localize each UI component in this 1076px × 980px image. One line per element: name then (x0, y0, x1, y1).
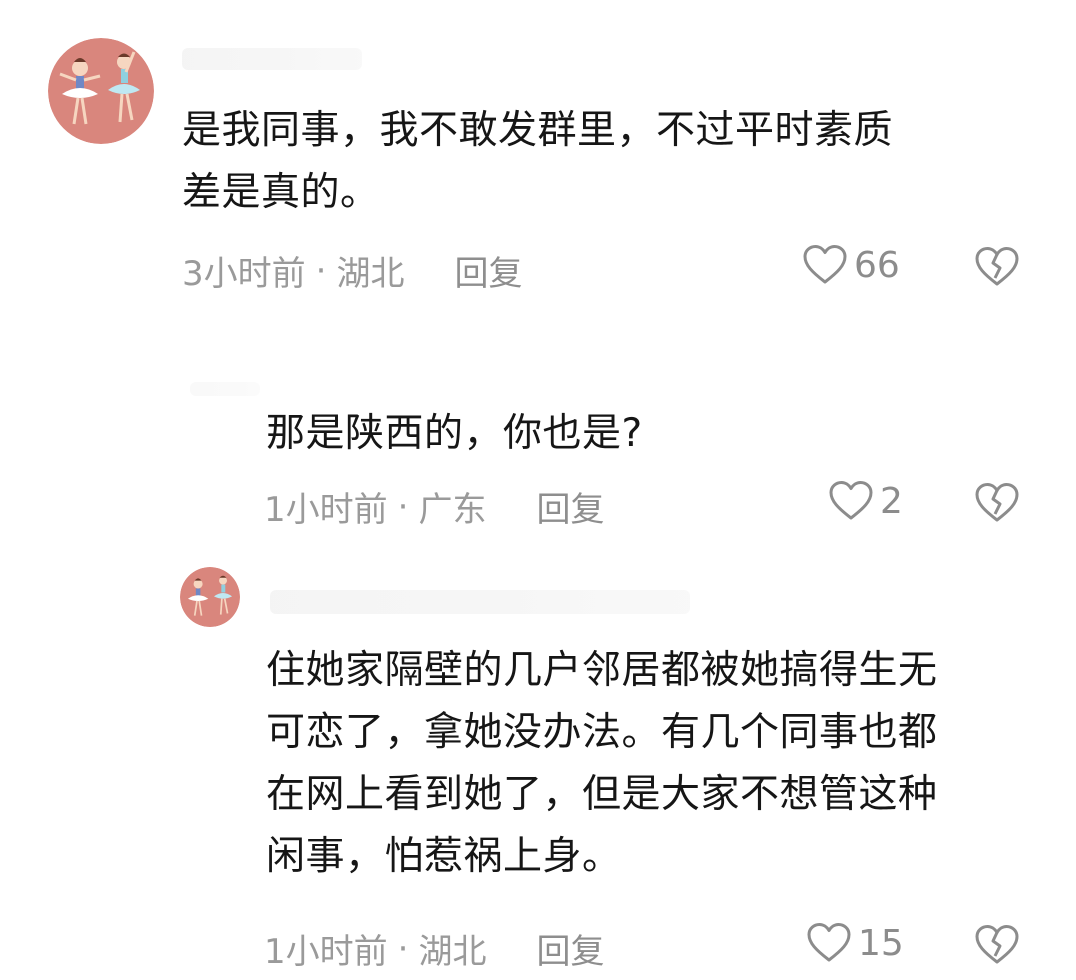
avatar[interactable] (180, 567, 240, 627)
comment-location: 广东 (418, 490, 487, 530)
comment-text: 那是陕西的，你也是? (266, 403, 643, 465)
meta-separator: · (397, 928, 409, 969)
comment-time: 1小时前 (264, 490, 388, 530)
comment-location: 湖北 (336, 254, 405, 294)
comment-meta: 1小时前 · 湖北 回复 (264, 924, 604, 973)
heart-outline-icon (807, 923, 851, 962)
meta-separator: · (315, 250, 327, 291)
broken-heart-icon (975, 925, 1019, 964)
comment-text-line: 可恋了，拿她没办法。有几个同事也都 (266, 710, 938, 755)
heart-outline-icon (803, 245, 847, 284)
comment-time: 3小时前 (182, 254, 306, 294)
like-button[interactable]: 2 (828, 480, 903, 522)
broken-heart-icon (975, 483, 1019, 522)
like-button[interactable]: 66 (802, 244, 900, 286)
comment-time: 1小时前 (264, 932, 388, 972)
reply-button[interactable]: 回复 (536, 482, 604, 531)
comment-meta: 1小时前 · 广东 回复 (264, 482, 604, 531)
comment-text-line: 差是真的。 (182, 170, 380, 215)
dislike-button[interactable] (974, 924, 1020, 970)
comment-text-line: 闲事，怕惹祸上身。 (266, 834, 622, 879)
comment-text-line: 住她家隔壁的几户邻居都被她搞得生无 (266, 648, 938, 693)
comment-location: 湖北 (418, 932, 487, 972)
dislike-button[interactable] (974, 482, 1020, 528)
broken-heart-icon (975, 247, 1019, 286)
dislike-button[interactable] (974, 246, 1020, 292)
like-count: 66 (854, 244, 900, 286)
avatar-ballerina-icon (180, 567, 240, 627)
comment-meta: 3小时前 · 湖北 回复 (182, 246, 522, 295)
reply-button[interactable]: 回复 (454, 246, 522, 295)
username-blurred[interactable] (190, 382, 260, 396)
comment-text-line: 是我同事，我不敢发群里，不过平时素质 (182, 108, 894, 153)
username-blurred[interactable] (182, 48, 362, 70)
avatar-ballerina-icon (48, 38, 154, 144)
like-count: 2 (880, 480, 903, 522)
comment-text: 是我同事，我不敢发群里，不过平时素质 差是真的。 (182, 100, 893, 224)
like-button[interactable]: 15 (806, 922, 904, 964)
meta-separator: · (397, 486, 409, 527)
comment-text: 住她家隔壁的几户邻居都被她搞得生无 可恋了，拿她没办法。有几个同事也都 在网上看… (266, 640, 938, 888)
heart-outline-icon (829, 481, 873, 520)
like-count: 15 (858, 922, 904, 964)
comment-text-line: 在网上看到她了，但是大家不想管这种 (266, 772, 938, 817)
comment-text-line: 那是陕西的，你也是? (266, 411, 643, 456)
avatar[interactable] (48, 38, 154, 144)
reply-button[interactable]: 回复 (536, 924, 604, 973)
username-blurred[interactable] (270, 590, 690, 614)
